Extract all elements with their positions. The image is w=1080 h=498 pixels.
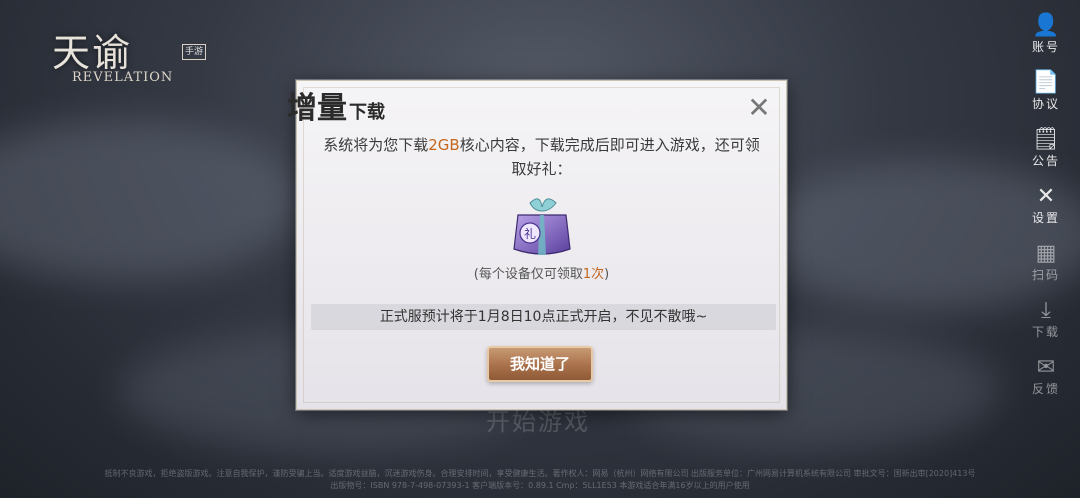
note-part: (每个设备仅可领取: [473, 267, 583, 282]
settings-icon: ✕: [1036, 184, 1056, 209]
incremental-download-dialog: 增量 下载 ✕ 系统将为您下载2GB核心内容，下载完成后即可进入游戏，还可领取好礼…: [287, 80, 787, 410]
download-size: 2GB: [428, 136, 460, 154]
gift-limit-note: (每个设备仅可领取1次): [297, 263, 786, 282]
dialog-title-sub: 下载: [349, 102, 385, 123]
background-cloud: [0, 120, 300, 280]
acknowledge-button[interactable]: 我知道了: [487, 346, 593, 382]
nav-label: 账号: [1031, 40, 1060, 54]
close-icon: ✕: [747, 91, 771, 124]
nav-feedback[interactable]: ✉ 反馈: [1026, 354, 1066, 411]
nav-agreement[interactable]: 📄 协议: [1026, 69, 1066, 126]
nav-label: 公告: [1031, 154, 1060, 168]
dialog-title-main: 增量: [287, 91, 347, 126]
notice-icon: 🗒: [1032, 127, 1060, 152]
nav-account[interactable]: 👤 账号: [1026, 12, 1066, 69]
nav-label: 反馈: [1031, 382, 1060, 396]
note-count: 1次: [582, 267, 605, 282]
note-part: ): [604, 267, 610, 282]
logo-badge: 手游: [182, 44, 206, 60]
qr-scan-icon: ▦: [1035, 241, 1057, 266]
gift-label: 礼: [524, 226, 536, 241]
logo-title-en: REVELATION: [72, 70, 174, 85]
download-icon: ⤓: [1041, 298, 1051, 323]
nav-label: 扫码: [1031, 268, 1060, 282]
nav-label: 下载: [1031, 325, 1060, 339]
feedback-icon: ✉: [1036, 355, 1056, 380]
close-button[interactable]: ✕: [746, 94, 772, 122]
gift-box-icon: 礼: [513, 198, 571, 255]
nav-qr-scan[interactable]: ▦ 扫码: [1026, 240, 1066, 297]
nav-label: 设置: [1031, 211, 1060, 225]
message-part: 核心内容，下载完成后即可进入游戏，还可领取好礼：: [459, 136, 760, 178]
nav-label: 协议: [1031, 97, 1060, 111]
launch-notice: 正式服预计将于1月8日10点正式开启，不见不散哦~: [311, 304, 776, 330]
dialog-title: 增量 下载: [287, 83, 385, 126]
nav-settings[interactable]: ✕ 设置: [1026, 183, 1066, 240]
logo-title-cn: 天谕: [52, 31, 133, 75]
footer-disclaimer: 抵制不良游戏，拒绝盗版游戏。注意自我保护，谨防受骗上当。适度游戏益脑，沉迷游戏伤…: [104, 469, 976, 490]
nav-download[interactable]: ⤓ 下载: [1026, 297, 1066, 354]
right-nav: 👤 账号 📄 协议 🗒 公告 ✕ 设置 ▦ 扫码 ⤓ 下载 ✉ 反馈: [1026, 12, 1066, 411]
agreement-icon: 📄: [1032, 70, 1060, 95]
message-part: 系统将为您下载: [323, 136, 429, 154]
nav-notice[interactable]: 🗒 公告: [1026, 126, 1066, 183]
dialog-message: 系统将为您下载2GB核心内容，下载完成后即可进入游戏，还可领取好礼：: [317, 133, 766, 181]
game-logo: 天谕 手游 REVELATION: [42, 18, 206, 88]
account-icon: 👤: [1032, 13, 1060, 38]
